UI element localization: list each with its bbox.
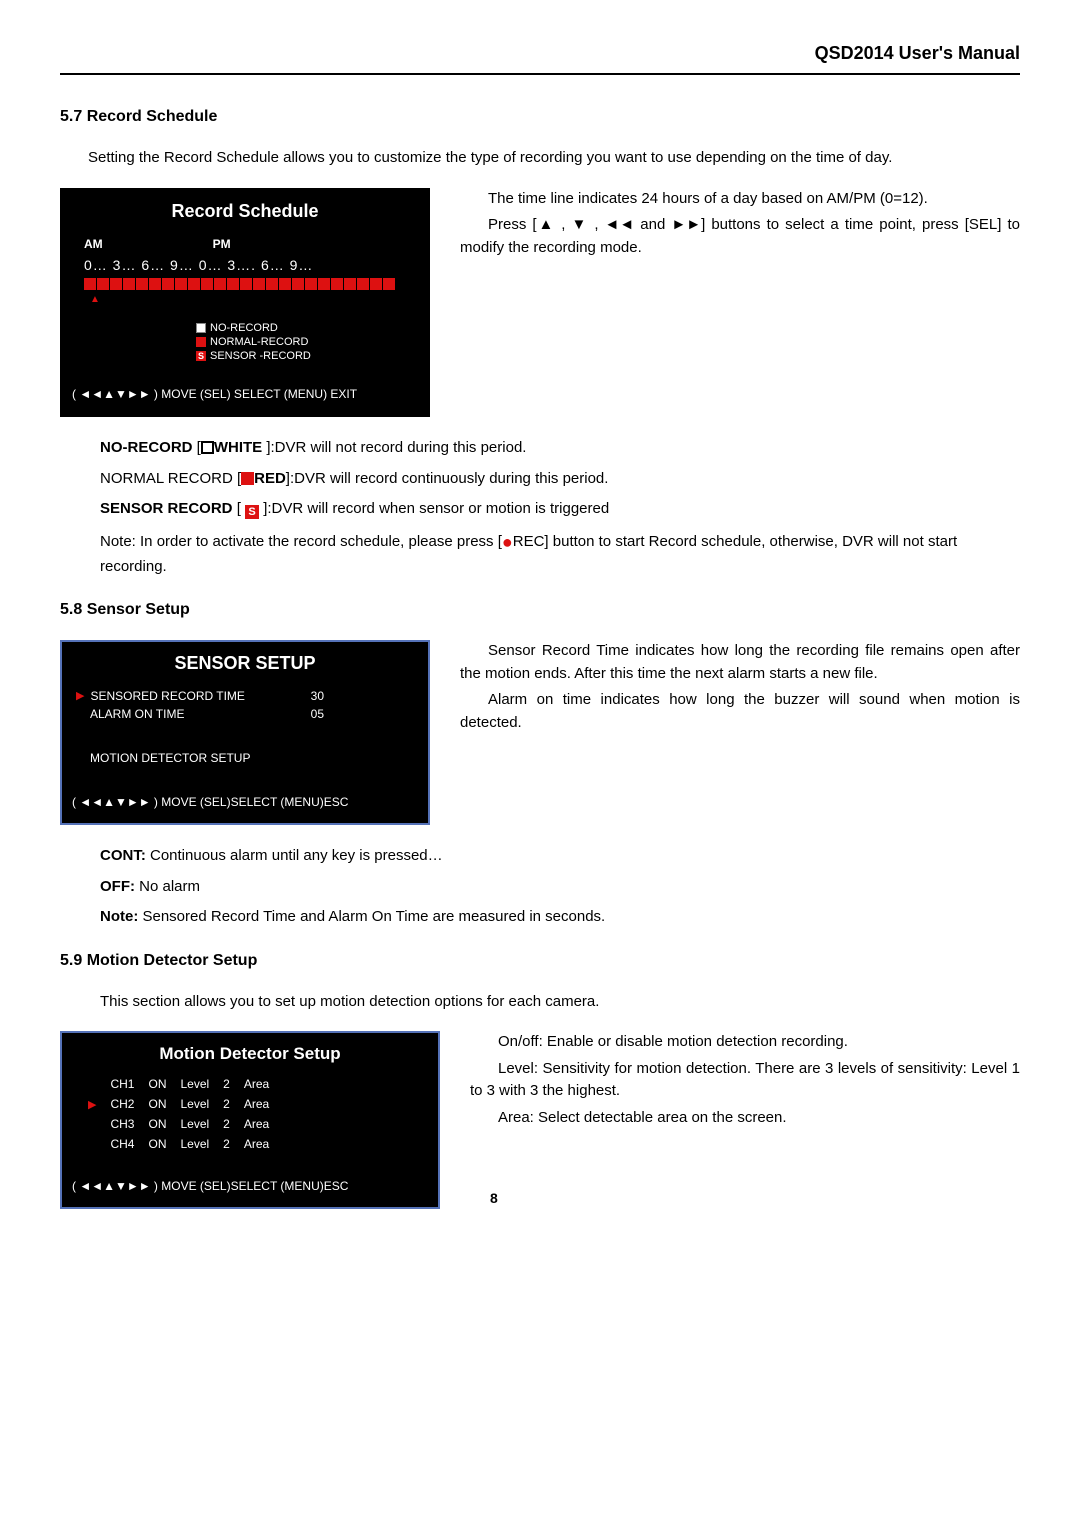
s58-right-para-2: Alarm on time indicates how long the buz… xyxy=(460,689,1020,734)
s57-right-para-1: The time line indicates 24 hours of a da… xyxy=(460,188,1020,211)
s59-right-para-2: Level: Sensitivity for motion detection.… xyxy=(470,1058,1020,1103)
record-schedule-screenshot: Record Schedule AM PM 0… 3… 6… 9… 0… 3….… xyxy=(60,188,430,418)
sensor-setup-title: SENSOR SETUP xyxy=(62,642,428,681)
rec-dot-icon: ● xyxy=(502,532,513,552)
s59-right-para-3: Area: Select detectable area on the scre… xyxy=(470,1107,1020,1130)
record-schedule-title: Record Schedule xyxy=(62,190,428,229)
sensor-record-icon: S xyxy=(196,351,206,361)
record-legend: NO-RECORD NORMAL-RECORD S SENSOR -RECORD xyxy=(196,321,414,364)
page-header-title: QSD2014 User's Manual xyxy=(60,40,1020,67)
table-row: CH4ONLevel2Area xyxy=(88,1135,281,1153)
sensored-record-time-label: SENSORED RECORD TIME xyxy=(90,687,244,705)
sensor-setup-screenshot: SENSOR SETUP ▶ SENSORED RECORD TIME 30 A… xyxy=(60,640,430,825)
sensor-setup-footer: ( ◄◄▲▼►► ) MOVE (SEL)SELECT (MENU)ESC xyxy=(62,785,428,823)
table-row: ▶ CH2ONLevel2Area xyxy=(88,1095,281,1114)
motion-detector-title: Motion Detector Setup xyxy=(62,1033,438,1071)
section-5-7-title: 5.7 Record Schedule xyxy=(60,105,1020,129)
s58-right-para-1: Sensor Record Time indicates how long th… xyxy=(460,640,1020,685)
alarm-on-time-label: ALARM ON TIME xyxy=(90,705,184,723)
motion-detector-footer: ( ◄◄▲▼►► ) MOVE (SEL)SELECT (MENU)ESC xyxy=(62,1169,438,1207)
timeline-blocks xyxy=(76,278,414,290)
section-5-8-title: 5.8 Sensor Setup xyxy=(60,598,1020,622)
sensor-record-legend: SENSOR -RECORD xyxy=(210,349,311,363)
normal-record-definition: NORMAL RECORD [RED]:DVR will record cont… xyxy=(100,468,1020,491)
normal-record-icon xyxy=(196,337,206,347)
table-row: CH3ONLevel2Area xyxy=(88,1115,281,1133)
s-badge-icon: S xyxy=(245,505,259,519)
table-row: CH1ONLevel2Area xyxy=(88,1075,281,1093)
timeline-pointer-icon: ▲ xyxy=(76,292,414,307)
motion-detector-setup-item: MOTION DETECTOR SETUP xyxy=(90,749,250,767)
selected-row-icon: ▶ xyxy=(88,1099,96,1111)
section-5-9-title: 5.9 Motion Detector Setup xyxy=(60,949,1020,973)
header-divider xyxy=(60,73,1020,75)
s58-note: Note: Sensored Record Time and Alarm On … xyxy=(100,906,1020,929)
motion-detector-screenshot: Motion Detector Setup CH1ONLevel2Area ▶ … xyxy=(60,1031,440,1209)
section-5-7-intro: Setting the Record Schedule allows you t… xyxy=(60,147,1020,170)
cont-definition: CONT: Continuous alarm until any key is … xyxy=(100,845,1020,868)
alarm-on-time-value: 05 xyxy=(311,705,324,723)
selected-row-icon: ▶ xyxy=(76,688,84,705)
s57-note: Note: In order to activate the record sc… xyxy=(100,529,1020,579)
pm-label: PM xyxy=(213,235,231,253)
sensor-record-definition: SENSOR RECORD [ S ]:DVR will record when… xyxy=(100,498,1020,521)
no-record-icon xyxy=(196,323,206,333)
off-definition: OFF: No alarm xyxy=(100,876,1020,899)
s59-right-para-1: On/off: Enable or disable motion detecti… xyxy=(470,1031,1020,1054)
page-number: 8 xyxy=(490,1188,498,1209)
sensored-record-time-value: 30 xyxy=(311,687,324,705)
record-schedule-footer: ( ◄◄▲▼►► ) MOVE (SEL) SELECT (MENU) EXIT xyxy=(62,377,428,415)
am-label: AM xyxy=(84,235,103,253)
timeline-hours: 0… 3… 6… 9… 0… 3…. 6… 9… xyxy=(84,255,313,276)
normal-record-legend: NORMAL-RECORD xyxy=(210,335,308,349)
no-record-legend: NO-RECORD xyxy=(210,321,278,335)
no-record-definition: NO-RECORD [WHITE ]:DVR will not record d… xyxy=(100,437,1020,460)
section-5-9-intro: This section allows you to set up motion… xyxy=(100,991,1020,1014)
red-square-icon xyxy=(241,472,254,485)
white-square-icon xyxy=(201,441,214,454)
s57-right-para-2: Press [▲ , ▼ , ◄◄ and ►►] buttons to sel… xyxy=(460,214,1020,259)
motion-channel-table: CH1ONLevel2Area ▶ CH2ONLevel2Area CH3ONL… xyxy=(86,1073,283,1156)
